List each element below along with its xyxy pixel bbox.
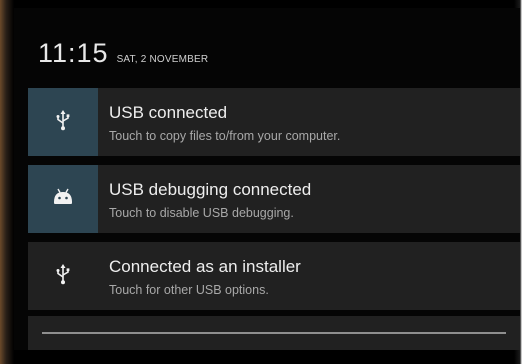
notification-installer[interactable]: Connected as an installer Touch for othe… (28, 242, 520, 310)
usb-icon (55, 263, 71, 290)
drag-handle[interactable] (42, 332, 506, 334)
clock-date: SAT, 2 NOVEMBER (116, 54, 209, 65)
shade-footer[interactable] (28, 316, 520, 350)
notification-subtitle: Touch for other USB options. (109, 283, 269, 297)
notification-title: USB connected (109, 103, 228, 122)
notification-title: USB debugging connected (109, 180, 312, 199)
notification-icon-box (28, 242, 98, 310)
notification-icon-box (28, 88, 98, 156)
notification-usb-connected[interactable]: USB connected Touch to copy files to/fro… (28, 88, 520, 156)
android-icon (52, 188, 74, 211)
status-header: 11:15 SAT, 2 NOVEMBER (38, 38, 208, 78)
clock-time: 11:15 (38, 38, 109, 68)
usb-icon (55, 109, 71, 136)
notification-usb-debugging[interactable]: USB debugging connected Touch to disable… (28, 165, 520, 233)
notification-icon-box (28, 165, 98, 233)
notification-title: Connected as an installer (109, 257, 301, 276)
screen: 11:15 SAT, 2 NOVEMBER USB connected Touc… (0, 0, 528, 364)
notification-subtitle: Touch to disable USB debugging. (109, 206, 294, 220)
notification-subtitle: Touch to copy files to/from your compute… (109, 129, 341, 143)
